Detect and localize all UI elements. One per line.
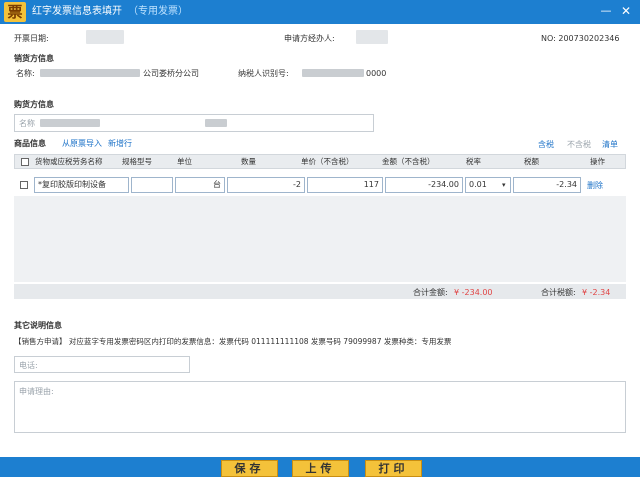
import-from-original-link[interactable]: 从原票导入 xyxy=(62,138,102,149)
row-checkbox[interactable] xyxy=(20,181,28,189)
seller-taxid-label: 纳税人识别号: xyxy=(238,69,289,78)
col-quantity: 数量 xyxy=(241,157,256,166)
col-unit: 单位 xyxy=(177,157,192,166)
print-button[interactable]: 打印 xyxy=(365,460,422,477)
seller-name-label: 名称: xyxy=(16,69,35,78)
buyer-name-redacted xyxy=(40,119,100,127)
issue-date-label: 开票日期: xyxy=(14,34,49,43)
minimize-icon[interactable]: — xyxy=(598,3,614,19)
close-icon[interactable]: ✕ xyxy=(618,3,634,19)
select-all-checkbox[interactable] xyxy=(21,158,29,166)
total-tax-value: ¥ -2.34 xyxy=(582,288,611,297)
window-title: 红字发票信息表填开 xyxy=(32,6,122,17)
col-action: 操作 xyxy=(590,157,605,166)
tax-included-link[interactable]: 含税 xyxy=(538,139,554,150)
empty-rows-area xyxy=(14,196,626,282)
chevron-down-icon[interactable]: ▾ xyxy=(502,180,506,191)
col-price: 单价（不含税） xyxy=(301,157,354,166)
item-spec-input[interactable] xyxy=(131,177,173,193)
other-description: 【销售方申请】 对应蓝字专用发票密码区内打印的发票信息：发票代码 0111111… xyxy=(14,337,452,346)
total-tax-label: 合计税额: xyxy=(541,288,576,297)
phone-input[interactable]: 电话: xyxy=(14,356,190,373)
upload-button[interactable]: 上传 xyxy=(292,460,349,477)
buyer-section-title: 购货方信息 xyxy=(14,100,54,109)
item-price-input[interactable]: 117 xyxy=(307,177,383,193)
item-quantity-input[interactable]: -2 xyxy=(227,177,305,193)
reason-placeholder: 申请理由: xyxy=(19,387,54,396)
item-unit-input[interactable]: 台 xyxy=(175,177,225,193)
col-tax: 税额 xyxy=(524,157,539,166)
col-name: 货物或应税劳务名称 xyxy=(35,157,103,166)
tax-excluded-link[interactable]: 不含税 xyxy=(567,139,591,150)
goods-section-title: 商品信息 xyxy=(14,139,46,148)
save-button[interactable]: 保存 xyxy=(221,460,278,477)
col-amount: 金额（不含税） xyxy=(382,157,435,166)
invoice-number: NO: 200730202346 xyxy=(541,34,620,43)
seller-name-redacted xyxy=(40,69,140,77)
seller-name-value: 公司娄桥分公司 xyxy=(143,69,199,78)
seller-taxid-value: 0000 xyxy=(366,69,387,78)
applicant-label: 申请方经办人: xyxy=(284,34,335,43)
table-row: *复印胶版印制设备 台 -2 117 -234.00 0.01 ▾ -2.34 … xyxy=(14,177,626,194)
total-amount-label: 合计金额: xyxy=(413,288,448,297)
title-bar: 票 红字发票信息表填开 （专用发票） — ✕ xyxy=(0,0,640,24)
item-tax-input[interactable]: -2.34 xyxy=(513,177,581,193)
other-section-title: 其它说明信息 xyxy=(14,321,62,330)
col-spec: 规格型号 xyxy=(122,157,152,166)
delete-row-link[interactable]: 删除 xyxy=(587,180,603,191)
app-logo-icon: 票 xyxy=(4,2,26,22)
list-link[interactable]: 清单 xyxy=(602,139,618,150)
item-amount-input[interactable]: -234.00 xyxy=(385,177,463,193)
phone-placeholder: 电话: xyxy=(19,361,38,370)
item-name-input[interactable]: *复印胶版印制设备 xyxy=(34,177,129,193)
buyer-name-redacted-2 xyxy=(205,119,227,127)
applicant-redacted xyxy=(356,30,388,44)
buyer-name-placeholder: 名称 xyxy=(19,119,35,128)
reason-textarea[interactable]: 申请理由: xyxy=(14,381,626,433)
window-subtitle: （专用发票） xyxy=(128,6,188,17)
goods-table-header: 货物或应税劳务名称 规格型号 单位 数量 单价（不含税） 金额（不含税） 税率 … xyxy=(14,154,626,169)
add-row-link[interactable]: 新增行 xyxy=(108,138,132,149)
totals-bar xyxy=(14,284,626,299)
seller-section-title: 销货方信息 xyxy=(14,54,54,63)
col-rate: 税率 xyxy=(466,157,481,166)
seller-taxid-redacted xyxy=(302,69,364,77)
issue-date-redacted xyxy=(86,30,124,44)
total-amount-value: ¥ -234.00 xyxy=(454,288,493,297)
